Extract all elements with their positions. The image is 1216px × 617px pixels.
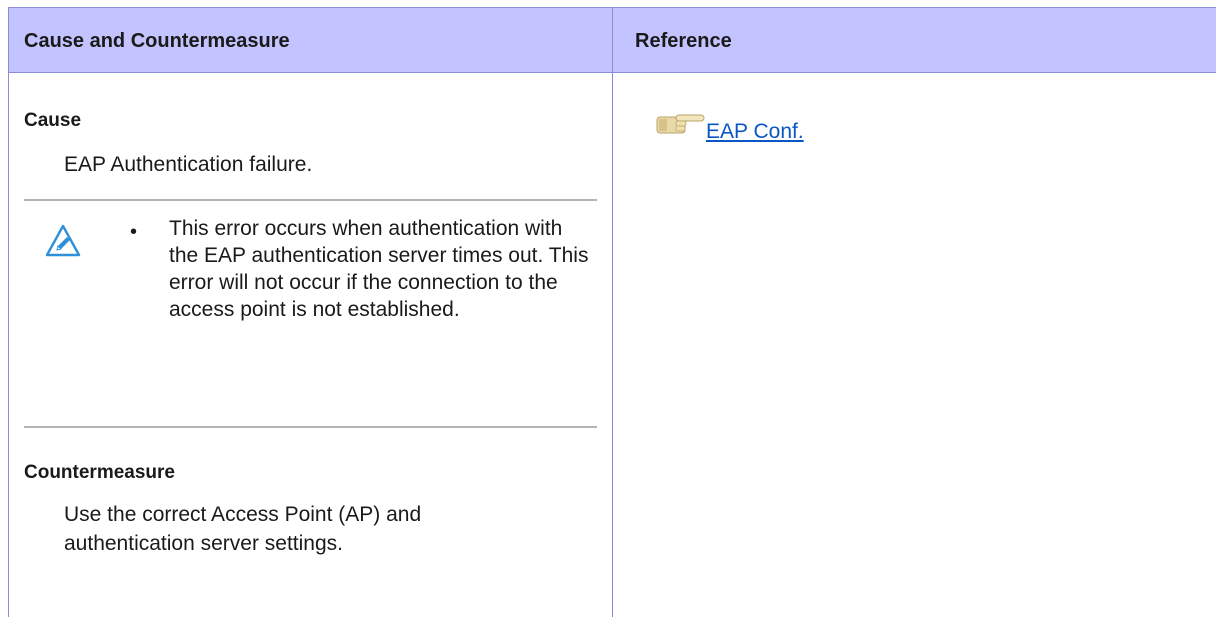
note-bullet: • — [130, 221, 138, 243]
reference-link-group[interactable]: EAP Conf. — [656, 113, 804, 143]
cause-text: EAP Authentication failure. — [64, 153, 313, 176]
pointing-hand-icon — [656, 114, 705, 134]
note-bottom-divider — [24, 426, 597, 428]
countermeasure-text: Use the correct Access Point (AP) and au… — [64, 503, 422, 555]
note-top-divider — [24, 199, 597, 201]
cause-reference-table: Cause and Countermeasure Reference Cause… — [8, 7, 1216, 617]
header-cause-countermeasure: Cause and Countermeasure — [24, 30, 290, 52]
pencil-note-icon — [45, 224, 81, 257]
countermeasure-label: Countermeasure — [24, 462, 175, 483]
cause-label: Cause — [24, 110, 82, 131]
header-reference: Reference — [635, 30, 732, 52]
eap-conf-link[interactable]: EAP Conf. — [706, 121, 804, 143]
note-text: This error occurs when authentication wi… — [169, 217, 589, 321]
column-divider — [612, 7, 613, 617]
